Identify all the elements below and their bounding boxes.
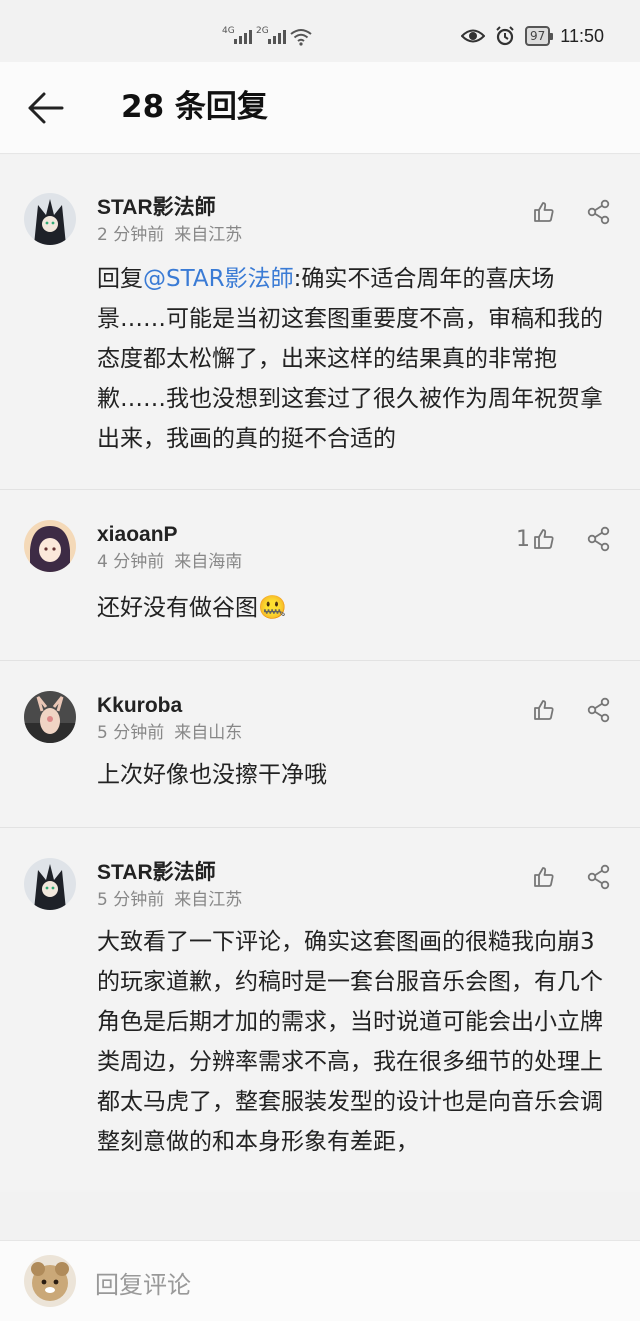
like-button[interactable] bbox=[530, 865, 556, 889]
signal-label-1: 4G bbox=[222, 26, 235, 36]
comment-item: STAR影法師 5 分钟前 来自江苏 大致看了一下评论，确实这套图画的很糙我向崩3… bbox=[0, 828, 640, 1192]
comment-location: 来自江苏 bbox=[174, 225, 243, 245]
mention-link[interactable]: @STAR影法師 bbox=[143, 266, 294, 292]
comment-time: 5 分钟前 bbox=[97, 890, 165, 910]
avatar[interactable] bbox=[24, 858, 76, 910]
share-icon[interactable] bbox=[586, 697, 612, 723]
comment-time: 5 分钟前 bbox=[97, 723, 165, 743]
page-title: 28 条回复 bbox=[121, 89, 268, 125]
comment-username[interactable]: Kkuroba bbox=[97, 691, 604, 721]
comment-time: 4 分钟前 bbox=[97, 552, 165, 572]
signal-label-2: 2G bbox=[256, 26, 269, 36]
comment-username[interactable]: STAR影法師 bbox=[97, 858, 604, 888]
comment-meta: 5 分钟前 来自山东 bbox=[97, 721, 604, 745]
comment-body: 上次好像也没擦干净哦 bbox=[97, 762, 327, 788]
header: 28 条回复 bbox=[0, 62, 640, 154]
alarm-icon bbox=[496, 26, 514, 46]
reply-input[interactable]: 回复评论 bbox=[95, 1265, 191, 1300]
like-button[interactable]: 1 bbox=[516, 527, 556, 552]
comment-location: 来自山东 bbox=[174, 723, 243, 743]
signal-icon-2 bbox=[268, 30, 286, 44]
avatar[interactable] bbox=[24, 193, 76, 245]
comment-location: 来自江苏 bbox=[174, 890, 243, 910]
comment-actions bbox=[530, 697, 612, 723]
avatar[interactable] bbox=[24, 691, 76, 743]
arrow-left-icon[interactable] bbox=[26, 88, 66, 128]
signal-icon bbox=[234, 30, 252, 44]
battery-indicator: 97 bbox=[525, 26, 554, 46]
share-icon[interactable] bbox=[586, 864, 612, 890]
comment-item: xiaoanP 4 分钟前 来自海南 还好没有做谷图🤐 1 bbox=[0, 490, 640, 660]
comment-actions bbox=[530, 199, 612, 225]
status-bar: 4G 2G 97 11:50 bbox=[0, 0, 640, 62]
comment-meta: 5 分钟前 来自江苏 bbox=[97, 888, 604, 912]
like-button[interactable] bbox=[530, 698, 556, 722]
comment-location: 来自海南 bbox=[174, 552, 243, 572]
thumbs-up-icon bbox=[534, 867, 554, 887]
thumbs-up-icon bbox=[534, 202, 554, 222]
share-icon[interactable] bbox=[586, 199, 612, 225]
thumbs-up-icon bbox=[534, 700, 554, 720]
comment-body: 大致看了一下评论，确实这套图画的很糙我向崩3的玩家道歉，约稿时是一套台服音乐会图… bbox=[97, 929, 603, 1155]
like-button[interactable] bbox=[530, 200, 556, 224]
eye-icon bbox=[461, 29, 485, 43]
comment-actions bbox=[530, 864, 612, 890]
comment-item: STAR影法師 2 分钟前 来自江苏 回复@STAR影法師:确实不适合周年的喜庆场… bbox=[0, 155, 640, 489]
thumbs-up-icon bbox=[534, 529, 554, 549]
comment-time: 2 分钟前 bbox=[97, 225, 165, 245]
like-count: 1 bbox=[516, 526, 530, 552]
comment-meta: 4 分钟前 来自海南 bbox=[97, 550, 604, 574]
comment-meta: 2 分钟前 来自江苏 bbox=[97, 223, 604, 247]
reply-prefix: 回复 bbox=[97, 266, 143, 292]
comment-body: 还好没有做谷图🤐 bbox=[97, 595, 287, 621]
share-icon[interactable] bbox=[586, 526, 612, 552]
my-avatar[interactable] bbox=[24, 1255, 76, 1307]
comment-body: :确实不适合周年的喜庆场景……可能是当初这套图重要度不高，审稿和我的态度都太松懈… bbox=[97, 266, 603, 452]
comment-username[interactable]: STAR影法師 bbox=[97, 193, 604, 223]
avatar[interactable] bbox=[24, 520, 76, 572]
comment-item: Kkuroba 5 分钟前 来自山东 上次好像也没擦干净哦 bbox=[0, 661, 640, 827]
comment-list: STAR影法師 2 分钟前 来自江苏 回复@STAR影法師:确实不适合周年的喜庆场… bbox=[0, 155, 640, 1192]
comment-actions: 1 bbox=[516, 526, 612, 552]
reply-bar: 回复评论 bbox=[0, 1240, 640, 1321]
wifi-icon bbox=[290, 29, 312, 46]
comment-text: 回复@STAR影法師:确实不适合周年的喜庆场景……可能是当初这套图重要度不高，审… bbox=[97, 259, 604, 459]
status-time: 11:50 bbox=[560, 25, 604, 46]
